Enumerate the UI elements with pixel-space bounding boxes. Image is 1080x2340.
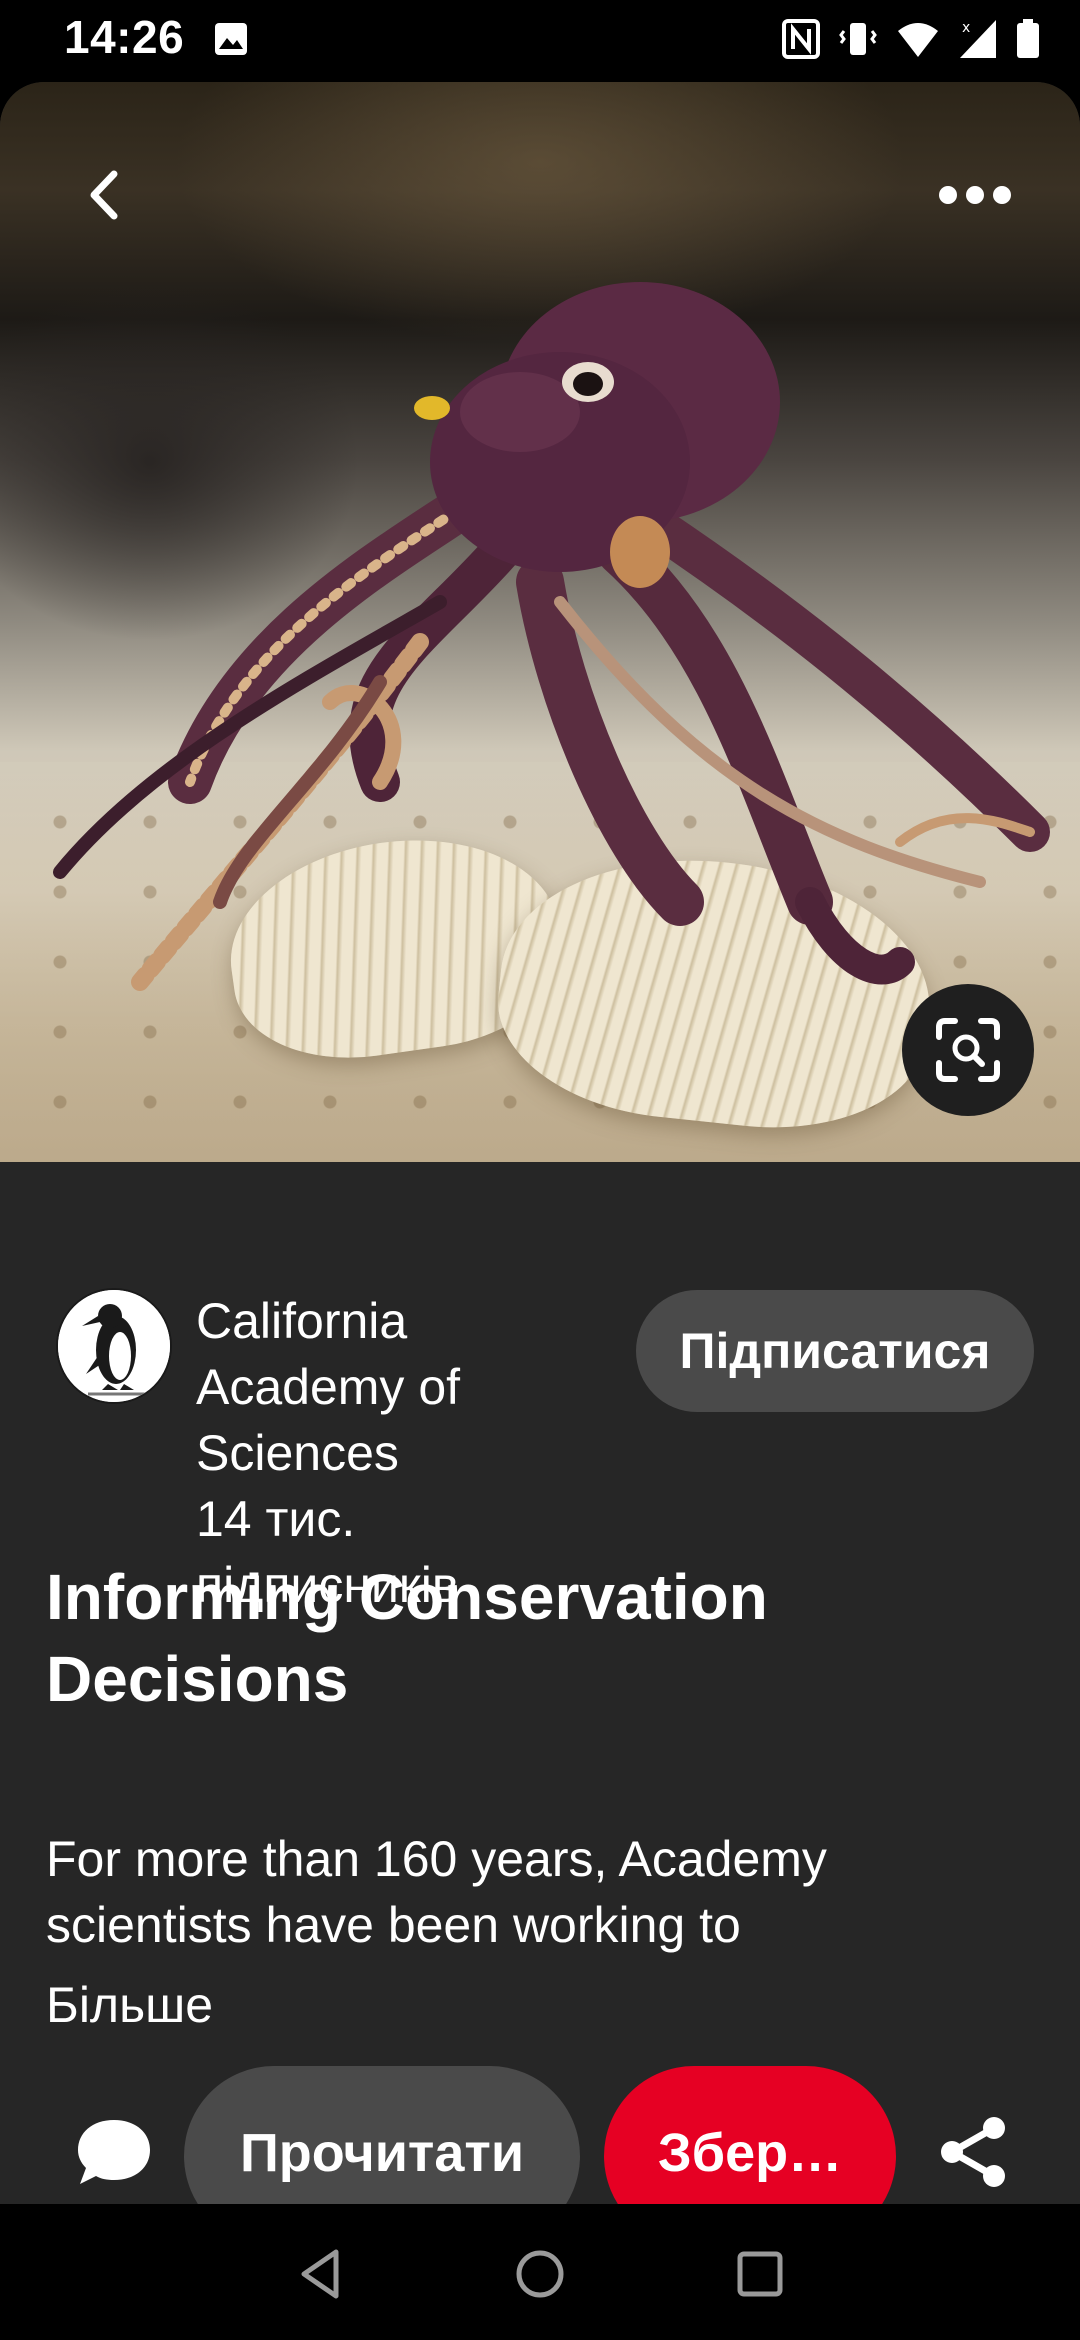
more-link[interactable]: Більше (46, 1972, 213, 2038)
follow-button[interactable]: Підписатися (636, 1290, 1034, 1412)
pin-detail-screen: 14:26 x California Academy of Sciences 1… (0, 0, 1080, 2340)
pin-description: For more than 160 years, Academy scienti… (46, 1831, 827, 1953)
avatar[interactable] (56, 1288, 172, 1404)
back-triangle-icon (301, 2249, 339, 2299)
svg-text:x: x (962, 20, 970, 36)
nfc-icon (782, 19, 820, 64)
signal-icon: x (958, 18, 998, 65)
system-nav-bar (0, 2204, 1080, 2340)
penguin-icon (58, 1290, 170, 1402)
creator-name[interactable]: California Academy of Sciences (196, 1288, 616, 1486)
share-icon (941, 2117, 1005, 2187)
status-icons: x (782, 18, 1040, 65)
more-options-icon (939, 186, 1011, 204)
pin-title: Informing Conservation Decisions (46, 1561, 768, 1715)
save-button[interactable]: Збер… (604, 2066, 896, 2204)
image-icon (214, 22, 248, 61)
read-button[interactable]: Прочитати (184, 2066, 580, 2204)
status-bar: 14:26 x (0, 0, 1080, 80)
status-time: 14:26 (64, 11, 185, 63)
back-button[interactable] (70, 160, 140, 230)
pin-card: California Academy of Sciences 14 тис. п… (0, 82, 1080, 2204)
wifi-icon (896, 19, 940, 64)
back-arrow-icon (90, 170, 118, 220)
recents-square-icon (737, 2251, 783, 2297)
pin-image[interactable] (0, 82, 1080, 1162)
action-bar: Прочитати Збер… (0, 2060, 1080, 2204)
nav-back-button[interactable] (292, 2244, 352, 2304)
comment-icon (78, 2120, 150, 2184)
visual-search-icon (936, 1018, 1000, 1082)
octopus-illustration (53, 282, 1050, 991)
nav-home-button[interactable] (510, 2244, 570, 2304)
visual-search-button[interactable] (902, 984, 1034, 1116)
vibrate-icon (838, 19, 878, 64)
comment-button[interactable] (74, 2114, 154, 2190)
nav-recents-button[interactable] (730, 2244, 790, 2304)
more-options-button[interactable] (930, 170, 1020, 220)
share-button[interactable] (936, 2114, 1012, 2190)
battery-icon (1016, 19, 1040, 64)
home-circle-icon (516, 2250, 564, 2298)
